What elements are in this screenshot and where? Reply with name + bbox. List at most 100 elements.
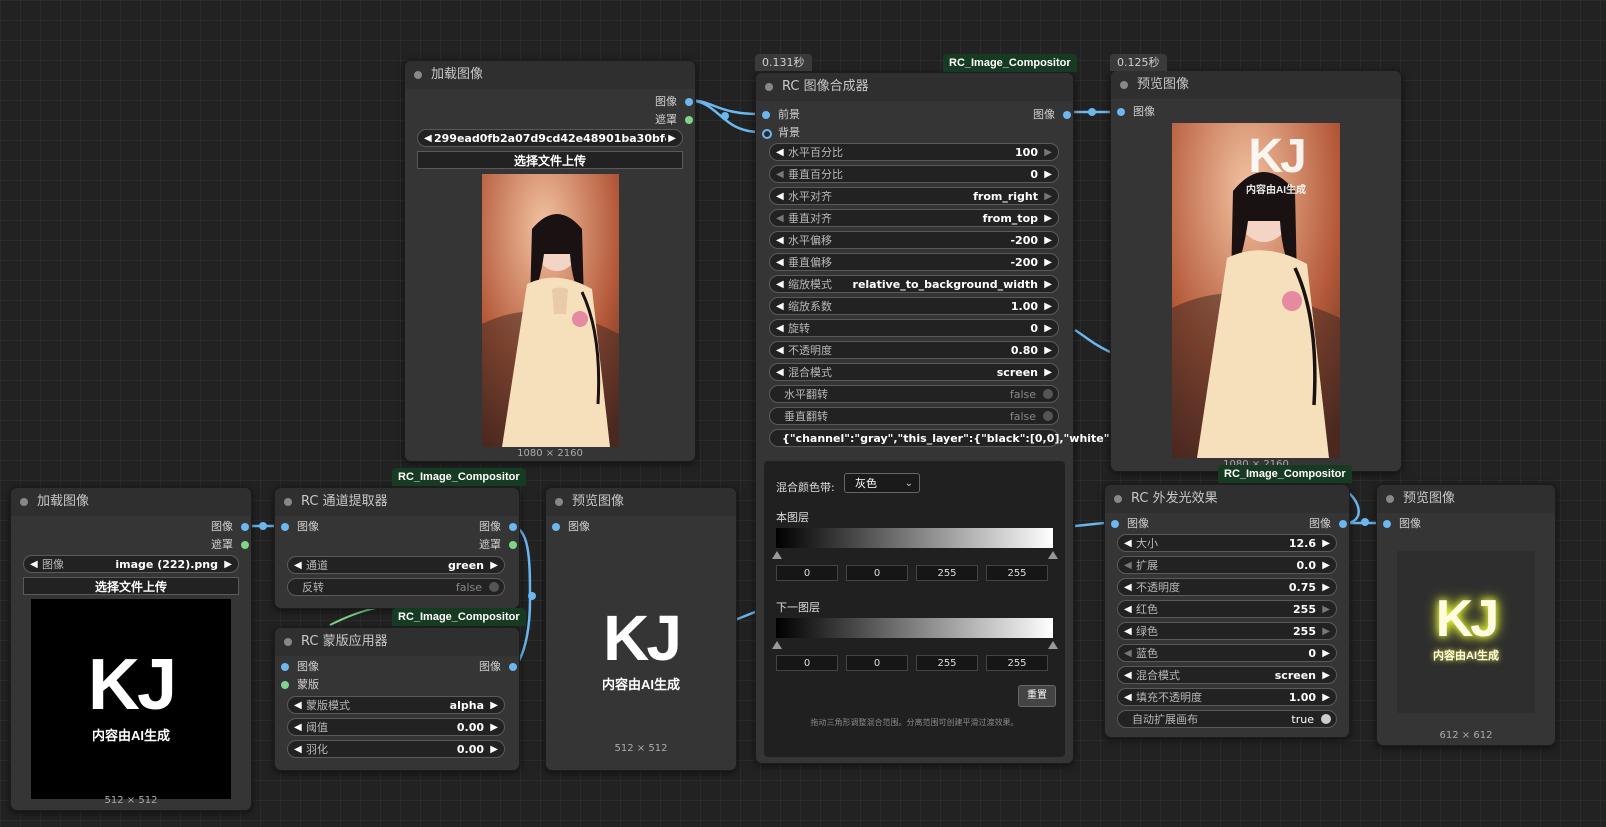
arrow-right-icon[interactable]: ▶ (1322, 579, 1330, 597)
arrow-right-icon[interactable]: ▶ (1044, 232, 1052, 250)
this-layer-value[interactable]: 255 (916, 565, 978, 581)
output-image[interactable]: 图像 (1309, 515, 1347, 533)
param-vertical-offset[interactable]: ◀ 垂直偏移 -200 ▶ (769, 253, 1059, 271)
glow-red[interactable]: ◀ 红色 255 ▶ (1117, 600, 1337, 618)
below-layer-value[interactable]: 0 (846, 655, 908, 671)
preview-image-node-2[interactable]: 预览图像 图像 KJ 内容由AI生成 512 × 512 (545, 487, 737, 771)
this-layer-value[interactable]: 255 (986, 565, 1048, 581)
preview-image-node-1[interactable]: 预览图像 图像 KJ 内容由AI生成 1080 × 2160 (1110, 70, 1402, 472)
output-dot-icon[interactable] (241, 523, 249, 531)
collapse-dot-icon[interactable] (765, 83, 773, 91)
collapse-dot-icon[interactable] (284, 498, 292, 506)
arrow-left-icon[interactable]: ◀ (30, 556, 38, 574)
arrow-right-icon[interactable]: ▶ (1322, 557, 1330, 575)
image-select[interactable]: ◀ 图像 image (222).png ▶ (23, 555, 239, 573)
arrow-left-icon[interactable]: ◀ (776, 276, 784, 294)
below-layer-value[interactable]: 255 (916, 655, 978, 671)
below-layer-value[interactable]: 0 (776, 655, 838, 671)
image-compositor-node[interactable]: RC 图像合成器 前景 背景 图像 ◀ 水平百分比 100 ▶ ◀ 垂直百分比 0 ▶ ◀ 水… (755, 72, 1143, 764)
glow-size[interactable]: ◀ 大小 12.6 ▶ (1117, 534, 1337, 552)
arrow-left-icon[interactable]: ◀ (776, 364, 784, 382)
param-rotation[interactable]: ◀ 旋转 0 ▶ (769, 319, 1059, 337)
arrow-right-icon[interactable]: ▶ (1044, 342, 1052, 360)
node-title[interactable]: 预览图像 (546, 488, 736, 516)
arrow-right-icon[interactable]: ▶ (490, 741, 498, 759)
upload-button[interactable]: 选择文件上传 (23, 577, 239, 595)
mask-mode-select[interactable]: ◀ 蒙版模式 alpha ▶ (287, 696, 505, 714)
collapse-dot-icon[interactable] (1120, 81, 1128, 89)
below-layer-value[interactable]: 255 (986, 655, 1048, 671)
arrow-right-icon[interactable]: ▶ (1044, 144, 1052, 162)
arrow-left-icon[interactable]: ◀ (1124, 667, 1132, 685)
collapse-dot-icon[interactable] (284, 638, 292, 646)
param-blend-mode[interactable]: ◀ 混合模式 screen ▶ (769, 363, 1059, 381)
threshold-field[interactable]: ◀ 阈值 0.00 ▶ (287, 718, 505, 736)
input-dot-icon[interactable] (762, 129, 772, 139)
arrow-left-icon[interactable]: ◀ (294, 557, 302, 575)
arrow-right-icon[interactable]: ▶ (490, 697, 498, 715)
output-image[interactable]: 图像 (479, 518, 517, 536)
arrow-left-icon[interactable]: ◀ (776, 188, 784, 206)
output-mask[interactable]: 遮罩 (655, 111, 693, 129)
input-dot-icon[interactable] (281, 663, 289, 671)
arrow-left-icon[interactable]: ◀ (424, 130, 432, 148)
node-title[interactable]: RC 通道提取器 (275, 488, 519, 516)
param-horizontal-percent[interactable]: ◀ 水平百分比 100 ▶ (769, 143, 1059, 161)
output-dot-icon[interactable] (509, 541, 517, 549)
output-image[interactable]: 图像 (1033, 106, 1071, 124)
arrow-right-icon[interactable]: ▶ (1322, 623, 1330, 641)
arrow-left-icon[interactable]: ◀ (776, 232, 784, 250)
channel-select[interactable]: ◀ 通道 green ▶ (287, 556, 505, 574)
output-dot-icon[interactable] (241, 541, 249, 549)
arrow-right-icon[interactable]: ▶ (668, 130, 676, 148)
slider-handle-icon[interactable] (772, 641, 782, 649)
this-layer-value[interactable]: 0 (846, 565, 908, 581)
node-title[interactable]: RC 外发光效果 (1105, 485, 1349, 513)
arrow-right-icon[interactable]: ▶ (1044, 210, 1052, 228)
input-dot-icon[interactable] (1117, 108, 1125, 116)
below-layer-gradient[interactable] (776, 618, 1053, 638)
arrow-right-icon[interactable]: ▶ (1044, 188, 1052, 206)
arrow-left-icon[interactable]: ◀ (776, 144, 784, 162)
arrow-left-icon[interactable]: ◀ (294, 697, 302, 715)
blend-band-select[interactable]: 灰色 ⌄ (844, 473, 920, 493)
node-title[interactable]: 预览图像 (1111, 71, 1401, 99)
arrow-left-icon[interactable]: ◀ (1124, 645, 1132, 663)
input-dot-icon[interactable] (281, 681, 289, 689)
param-horizontal-offset[interactable]: ◀ 水平偏移 -200 ▶ (769, 231, 1059, 249)
arrow-left-icon[interactable]: ◀ (294, 719, 302, 737)
input-dot-icon[interactable] (1111, 520, 1119, 528)
this-layer-gradient[interactable] (776, 528, 1053, 548)
collapse-dot-icon[interactable] (1386, 495, 1394, 503)
output-mask[interactable]: 遮罩 (479, 536, 517, 554)
collapse-dot-icon[interactable] (20, 498, 28, 506)
arrow-left-icon[interactable]: ◀ (776, 166, 784, 184)
this-layer-value[interactable]: 0 (776, 565, 838, 581)
input-image[interactable]: 图像 (550, 518, 590, 536)
arrow-left-icon[interactable]: ◀ (1124, 689, 1132, 707)
auto-expand-toggle[interactable]: 自动扩展画布 true (1117, 710, 1337, 728)
toggle-knob-icon[interactable] (489, 582, 499, 592)
param-opacity[interactable]: ◀ 不透明度 0.80 ▶ (769, 341, 1059, 359)
node-title[interactable]: RC 图像合成器 (756, 73, 1073, 101)
output-image[interactable]: 图像 (211, 518, 249, 536)
toggle-knob-icon[interactable] (1043, 411, 1053, 421)
input-image[interactable]: 图像 (1381, 515, 1421, 533)
arrow-right-icon[interactable]: ▶ (1044, 364, 1052, 382)
toggle-flip-horizontal[interactable]: 水平翻转 false (769, 385, 1059, 403)
param-horizontal-align[interactable]: ◀ 水平对齐 from_right ▶ (769, 187, 1059, 205)
node-title[interactable]: 预览图像 (1377, 485, 1555, 513)
slider-handle-icon[interactable] (1048, 641, 1058, 649)
toggle-flip-vertical[interactable]: 垂直翻转 false (769, 407, 1059, 425)
glow-opacity[interactable]: ◀ 不透明度 0.75 ▶ (1117, 578, 1337, 596)
arrow-left-icon[interactable]: ◀ (1124, 623, 1132, 641)
file-select[interactable]: ◀ 299ead0fb2a07d9cd42e48901ba30bf4_bs...… (417, 129, 683, 147)
param-vertical-percent[interactable]: ◀ 垂直百分比 0 ▶ (769, 165, 1059, 183)
output-dot-icon[interactable] (509, 523, 517, 531)
arrow-left-icon[interactable]: ◀ (776, 298, 784, 316)
arrow-right-icon[interactable]: ▶ (1322, 689, 1330, 707)
input-dot-icon[interactable] (1383, 520, 1391, 528)
input-dot-icon[interactable] (552, 523, 560, 531)
upload-button[interactable]: 选择文件上传 (417, 151, 683, 169)
node-title[interactable]: RC 蒙版应用器 (275, 628, 519, 656)
